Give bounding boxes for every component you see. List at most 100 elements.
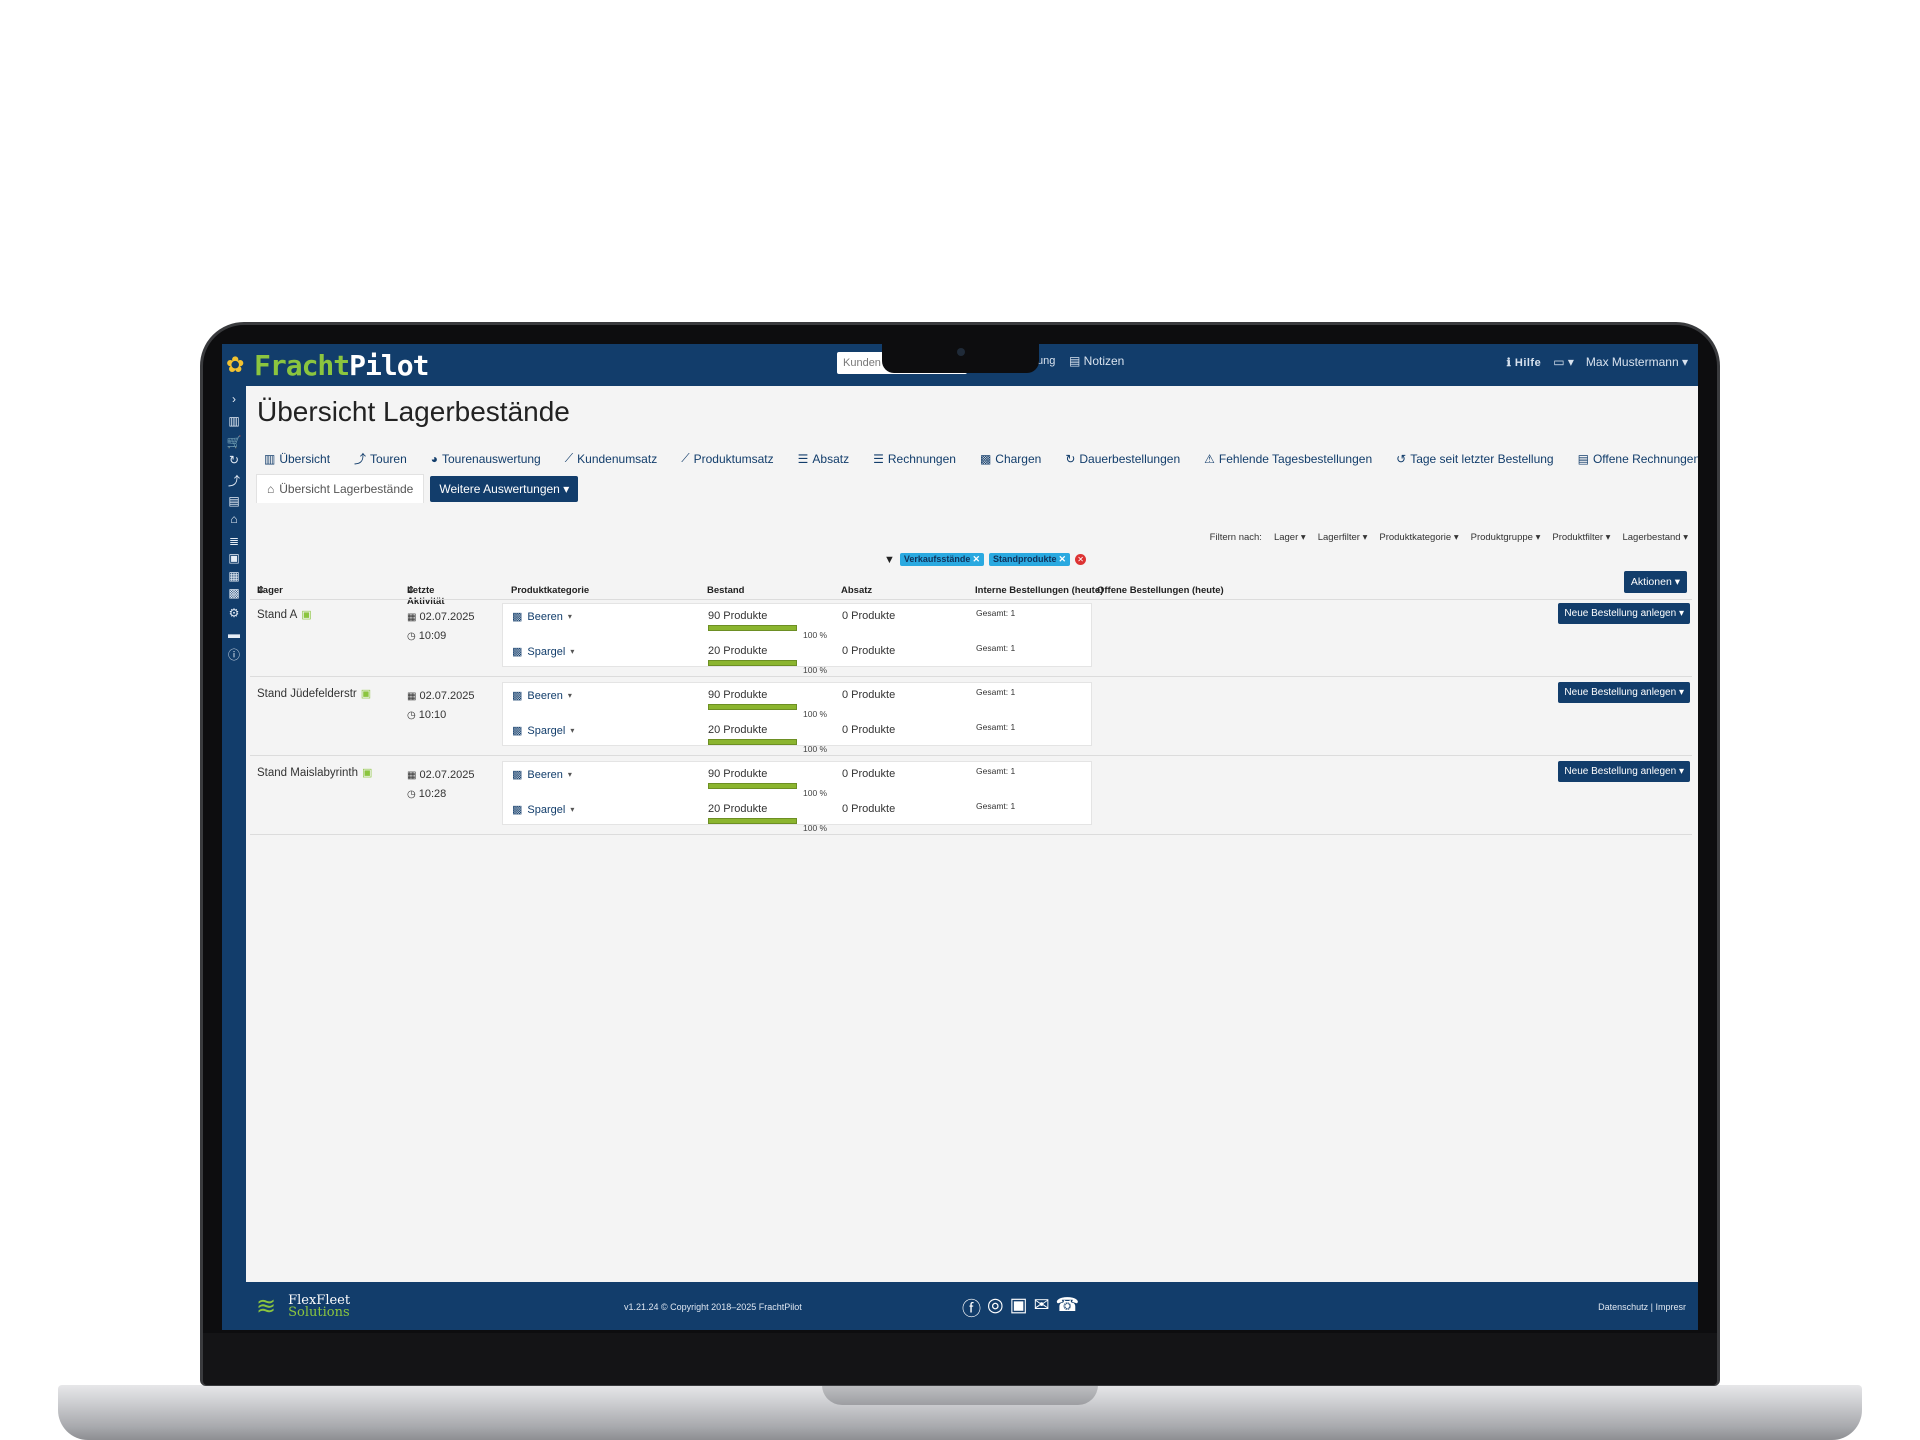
nav-touren[interactable]: ⤴ Touren [354, 450, 407, 467]
store-name[interactable]: Stand Jüdefelderstr ▣ [257, 687, 371, 701]
cart-icon[interactable]: 🛒 [222, 435, 246, 449]
expand-sidebar-icon[interactable]: › [222, 392, 246, 406]
new-order-button[interactable]: Neue Bestellung anlegen ▾ [1558, 682, 1690, 703]
page-title: Übersicht Lagerbestände [257, 396, 570, 427]
tab-uebersicht-lagerbestaende[interactable]: ⌂ Übersicht Lagerbestände [256, 474, 425, 503]
invoice-icon: ☰ [873, 451, 884, 466]
remove-chip-icon[interactable]: ✕ [972, 554, 980, 564]
stock-percent: 100 % [803, 630, 828, 640]
nav-absatz[interactable]: ☰ Absatz [798, 450, 849, 467]
gears-icon[interactable]: ⚙ [222, 606, 246, 620]
copyright-text: v1.21.24 © Copyright 2018–2025 FrachtPil… [624, 1302, 802, 1312]
store-name[interactable]: Stand A ▣ [257, 608, 312, 622]
sales-value: 0 Produkte [842, 768, 896, 780]
caret-down-icon: ▾ [567, 612, 572, 621]
home-icon[interactable]: ⌂ [222, 512, 246, 526]
boxes-icon: ▩ [512, 690, 523, 702]
card-icon[interactable]: ▬ [222, 627, 246, 641]
stock-progress-bar [708, 739, 797, 745]
main-content: Übersicht Lagerbestände ▥ Übersicht ⤴ Tour… [246, 386, 1698, 1282]
caret-down-icon: ▾ [563, 481, 570, 496]
filter-label: Filtern nach: [1209, 532, 1262, 543]
route-icon[interactable]: ⤴ [222, 474, 246, 488]
top-menu-item-partial[interactable]: ung [1037, 355, 1055, 367]
nav-rechnungen[interactable]: ☰ Rechnungen [873, 450, 956, 467]
new-order-button[interactable]: Neue Bestellung anlegen ▾ [1558, 603, 1690, 624]
remove-chip-icon[interactable]: ✕ [1059, 554, 1067, 564]
filter-lagerfilter[interactable]: Lagerfilter ▾ [1318, 532, 1368, 543]
linkedin-icon[interactable]: ▣ [1010, 1294, 1028, 1321]
filter-chip[interactable]: Standprodukte ✕ [988, 553, 1071, 566]
store-name[interactable]: Stand Maislabyrinth ▣ [257, 766, 372, 780]
stock-progress-bar [708, 818, 797, 824]
filter-chip[interactable]: Verkaufsstände ✕ [899, 553, 984, 566]
category-dropdown[interactable]: ▩ Spargel ▾ [512, 803, 575, 817]
app-logo[interactable]: ✿ FrachtPilot [226, 349, 429, 382]
table-row: Stand Maislabyrinth ▣ ▦ 02.07.2025 ◷ 10:28 ▩ Be… [246, 758, 1698, 838]
chart-icon[interactable]: ▥ [222, 414, 246, 428]
document-icon[interactable]: ▤ [222, 494, 246, 508]
flag-icon: ▭ [1553, 355, 1568, 369]
nav-kundenumsatz[interactable]: ⟋ Kundenumsatz [565, 450, 657, 467]
nav-dauerbestellungen[interactable]: ↻ Dauerbestellungen [1065, 450, 1180, 467]
info-icon[interactable]: ⓘ [222, 648, 246, 662]
filter-produktkategorie[interactable]: Produktkategorie ▾ [1379, 532, 1458, 543]
footer-links[interactable]: Datenschutz | Impresr [1598, 1302, 1686, 1312]
category-dropdown[interactable]: ▩ Spargel ▾ [512, 645, 574, 659]
caret-down-icon: ▾ [570, 726, 575, 735]
store-status-icon: ▣ [301, 609, 312, 621]
category-dropdown[interactable]: ▩ Beeren ▾ [512, 610, 572, 624]
boxes-icon[interactable]: ▩ [222, 586, 246, 600]
flexfleet-logo[interactable]: ≋ FlexFleet Solutions [256, 1292, 350, 1321]
col-absatz: Absatz [841, 585, 873, 596]
more-reports-dropdown[interactable]: Weitere Auswertungen ▾ [430, 475, 579, 502]
category-dropdown[interactable]: ▩ Beeren ▾ [512, 768, 572, 782]
filter-produktfilter[interactable]: Produktfilter ▾ [1552, 532, 1610, 543]
language-switcher[interactable]: ▭ ▾ [1553, 355, 1574, 369]
user-menu[interactable]: Max Mustermann ▾ [1586, 355, 1688, 369]
pallet-icon[interactable]: ▦ [222, 569, 246, 583]
nav-tage-seit-letzter-bestellung[interactable]: ↺ Tage seit letzter Bestellung [1396, 450, 1553, 467]
nav-uebersicht[interactable]: ▥ Übersicht [264, 450, 330, 467]
mail-icon[interactable]: ✉ [1034, 1294, 1050, 1321]
category-dropdown[interactable]: ▩ Spargel ▾ [512, 724, 575, 738]
phone-icon[interactable]: ☎ [1055, 1294, 1079, 1321]
footer: ≋ FlexFleet Solutions v1.21.24 © Copyrigh… [246, 1282, 1698, 1330]
boxes-icon: ▩ [512, 769, 523, 781]
instagram-icon[interactable]: ◎ [987, 1294, 1004, 1321]
gauge-icon: ◕ [430, 451, 438, 466]
new-order-button[interactable]: Neue Bestellung anlegen ▾ [1558, 761, 1690, 782]
facebook-icon[interactable]: ⓕ [962, 1294, 981, 1321]
help-link[interactable]: ℹ Hilfe [1507, 356, 1542, 369]
notes-link[interactable]: ▤ Notizen [1069, 354, 1124, 368]
category-dropdown[interactable]: ▩ Beeren ▾ [512, 689, 572, 703]
social-links: ⓕ ◎ ▣ ✉ ☎ [962, 1294, 1079, 1321]
nav-chargen[interactable]: ▩ Chargen [980, 450, 1041, 467]
boxes-icon: ▩ [979, 451, 992, 466]
product-panel: ▩ Beeren ▾ 90 Produkte 100 % 0 Produkte Gesamt… [502, 682, 1092, 754]
caret-down-icon: ▾ [570, 805, 575, 814]
nav-fehlende-tagesbestellungen[interactable]: ⚠ Fehlende Tagesbestellungen [1204, 450, 1372, 467]
sales-value: 0 Produkte [842, 803, 896, 815]
col-bestand: Bestand [707, 585, 745, 596]
clear-filters-icon[interactable]: ✕ [1075, 554, 1087, 565]
stock-progress-bar [708, 783, 797, 789]
info-icon: ℹ [1506, 356, 1515, 369]
nav-offene-rechnungen[interactable]: ▤ Offene Rechnungen [1578, 450, 1698, 467]
app-screen: ✿ FrachtPilot Kunden ung ▤ Notizen ℹ Hil… [222, 344, 1698, 1330]
report-nav: ▥ Übersicht ⤴ Touren ◕ Tourenauswertung ⟋ Ku… [264, 450, 1698, 467]
nav-produktumsatz[interactable]: ⟋ Produktumsatz [681, 450, 773, 467]
nav-tourenauswertung[interactable]: ◕ Tourenauswertung [431, 450, 541, 467]
internal-orders-total: Gesamt: 1 [976, 801, 1016, 811]
clock-icon: ◷ [407, 631, 416, 642]
box-icon[interactable]: ▣ [222, 551, 246, 565]
filter-produktgruppe[interactable]: Produktgruppe ▾ [1471, 532, 1541, 543]
warehouse-icon: ⌂ [267, 482, 275, 496]
filter-lagerbestand[interactable]: Lagerbestand ▾ [1622, 532, 1688, 543]
chart-icon: ▥ [264, 451, 276, 466]
last-activity: ▦ 02.07.2025 ◷ 10:09 [407, 611, 475, 642]
filter-lager[interactable]: Lager ▾ [1274, 532, 1306, 543]
chevron-down-icon: ▾ [1681, 355, 1688, 369]
warehouse-icon[interactable]: ≣ [222, 534, 246, 548]
refresh-icon[interactable]: ↻ [222, 453, 246, 467]
